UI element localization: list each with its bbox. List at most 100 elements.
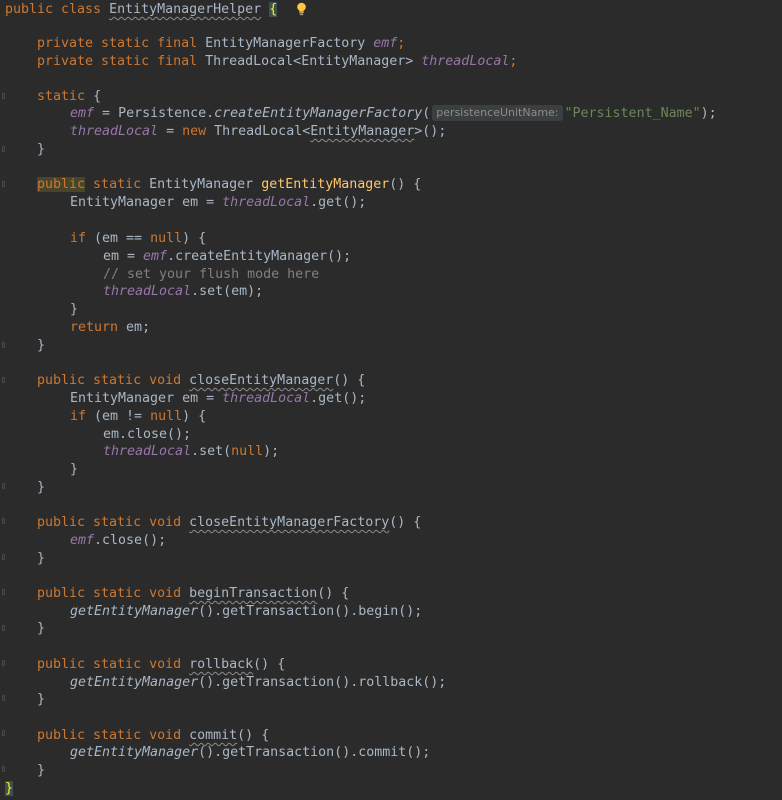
code-line[interactable]: } xyxy=(70,458,78,481)
fold-marker-icon[interactable] xyxy=(2,518,5,524)
code-text: em; xyxy=(118,320,151,335)
field-name[interactable]: threadLocal xyxy=(222,391,310,406)
method-declaration[interactable]: rollback xyxy=(189,657,253,672)
fold-marker-icon[interactable] xyxy=(2,342,5,348)
method-declaration[interactable]: getEntityManager xyxy=(261,177,389,192)
code-text: Persistence. xyxy=(118,106,215,121)
code-text: ThreadLocal< xyxy=(214,124,311,139)
code-punct: ); xyxy=(263,444,280,459)
code-punct: ; xyxy=(509,54,518,69)
fold-marker-icon[interactable] xyxy=(2,181,5,187)
code-line[interactable]: } xyxy=(37,688,45,711)
code-type: EntityManagerFactory xyxy=(205,36,366,51)
code-text: = xyxy=(94,106,119,121)
code-line[interactable]: } xyxy=(37,547,45,570)
code-punct: } xyxy=(37,142,46,157)
field-name[interactable]: threadLocal xyxy=(103,284,191,299)
fold-marker-icon[interactable] xyxy=(2,625,5,631)
code-line[interactable]: } xyxy=(37,759,45,782)
fold-marker-icon[interactable] xyxy=(2,766,5,772)
code-keyword: null xyxy=(150,409,183,424)
code-line[interactable]: threadLocal.set(null); xyxy=(103,440,279,463)
matched-brace: } xyxy=(5,781,14,796)
code-line[interactable]: } xyxy=(37,138,45,161)
method-declaration[interactable]: closeEntityManagerFactory xyxy=(189,515,389,530)
code-keyword: new xyxy=(182,124,207,139)
code-punct: } xyxy=(37,692,46,707)
fold-marker-icon[interactable] xyxy=(2,660,5,666)
code-line[interactable]: return em; xyxy=(70,316,150,339)
string-literal: "Persistent_Name" xyxy=(564,106,701,121)
fold-marker-icon[interactable] xyxy=(2,377,5,383)
method-declaration[interactable]: beginTransaction xyxy=(189,586,317,601)
code-keyword: public xyxy=(37,177,86,192)
code-line[interactable]: } xyxy=(37,617,45,640)
code-line[interactable]: public class EntityManagerHelper { xyxy=(5,0,278,21)
code-line[interactable]: } xyxy=(5,777,14,800)
code-text: EntityManager em = xyxy=(70,391,223,406)
code-line[interactable]: getEntityManager().getTransaction().comm… xyxy=(70,741,430,764)
code-keyword: public static void xyxy=(37,515,182,530)
code-punct: } xyxy=(70,302,79,317)
code-punct: () { xyxy=(333,373,366,388)
code-punct: } xyxy=(37,480,46,495)
fold-marker-icon[interactable] xyxy=(2,146,5,152)
code-line[interactable]: private static final ThreadLocal<EntityM… xyxy=(37,50,517,73)
field-name[interactable]: threadLocal xyxy=(421,54,509,69)
code-editor[interactable]: public class EntityManagerHelper { priva… xyxy=(0,0,782,800)
method-declaration[interactable]: closeEntityManager xyxy=(189,373,333,388)
method-call[interactable]: getEntityManager xyxy=(70,604,198,619)
field-name[interactable]: emf xyxy=(373,36,397,51)
code-text: (em == xyxy=(86,231,151,246)
fold-marker-icon[interactable] xyxy=(2,554,5,560)
field-name[interactable]: emf xyxy=(143,249,167,264)
method-call[interactable]: getEntityManager xyxy=(70,745,198,760)
field-name[interactable]: threadLocal xyxy=(222,195,310,210)
code-line[interactable]: emf.close(); xyxy=(70,529,166,552)
fold-marker-icon[interactable] xyxy=(2,730,5,736)
code-keyword: if xyxy=(70,231,87,246)
code-keyword: null xyxy=(231,444,264,459)
code-keyword: public static void xyxy=(37,373,182,388)
code-text: .close(); xyxy=(94,533,167,548)
type-argument[interactable]: EntityManager xyxy=(310,124,414,139)
code-line[interactable]: getEntityManager().getTransaction().roll… xyxy=(70,671,446,694)
field-name[interactable]: threadLocal xyxy=(103,444,191,459)
code-line[interactable]: } xyxy=(37,334,45,357)
code-keyword: public static void xyxy=(37,586,182,601)
code-keyword: private static final xyxy=(37,36,198,51)
code-keyword: private static final xyxy=(37,54,198,69)
class-name[interactable]: EntityManagerHelper xyxy=(109,2,261,17)
code-line[interactable]: threadLocal.set(em); xyxy=(103,280,263,303)
fold-marker-icon[interactable] xyxy=(2,483,5,489)
code-keyword: return xyxy=(70,320,119,335)
fold-marker-icon[interactable] xyxy=(2,695,5,701)
code-line[interactable]: getEntityManager().getTransaction().begi… xyxy=(70,600,422,623)
fold-marker-icon[interactable] xyxy=(2,589,5,595)
code-line[interactable]: EntityManager em = threadLocal.get(); xyxy=(70,191,366,214)
lightbulb-icon[interactable] xyxy=(296,2,307,16)
code-punct: ; xyxy=(397,36,406,51)
code-punct: } xyxy=(70,462,79,477)
code-text: = xyxy=(158,124,183,139)
matched-brace: { xyxy=(269,2,278,17)
code-type: ThreadLocal<EntityManager> xyxy=(205,54,414,69)
fold-marker-icon[interactable] xyxy=(2,93,5,99)
code-punct: ) { xyxy=(182,409,207,424)
method-call[interactable]: getEntityManager xyxy=(70,675,198,690)
method-call[interactable]: createEntityManagerFactory xyxy=(214,106,422,121)
code-keyword: static xyxy=(85,177,150,192)
code-text: (em != xyxy=(86,409,151,424)
code-punct: () { xyxy=(317,586,350,601)
code-line[interactable]: threadLocal = new ThreadLocal<EntityMana… xyxy=(70,120,446,143)
field-name[interactable]: emf xyxy=(70,533,94,548)
code-text: .get(); xyxy=(310,391,367,406)
code-text: EntityManager em = xyxy=(70,195,223,210)
field-name[interactable]: emf xyxy=(70,106,94,121)
field-name[interactable]: threadLocal xyxy=(70,124,158,139)
code-line[interactable]: } xyxy=(37,476,45,499)
code-punct: ) { xyxy=(182,231,207,246)
code-keyword: if xyxy=(70,409,87,424)
code-keyword: public static void xyxy=(37,657,182,672)
code-punct: () { xyxy=(389,515,422,530)
